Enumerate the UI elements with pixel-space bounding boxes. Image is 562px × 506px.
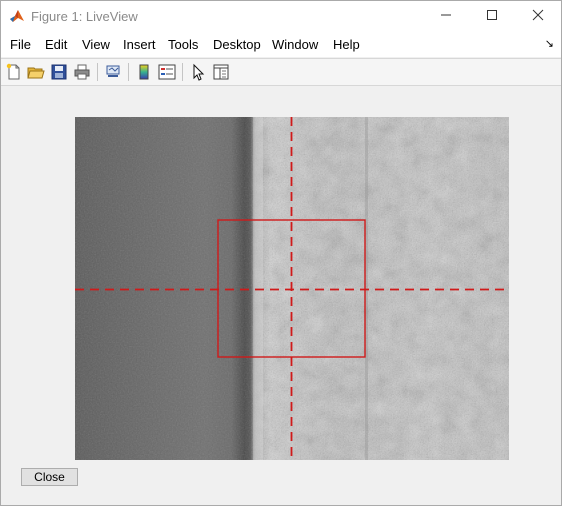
figure-toolbar: [1, 58, 561, 86]
dock-arrow-icon[interactable]: ↘: [545, 37, 554, 50]
window-close-button[interactable]: [515, 1, 561, 32]
window-title: Figure 1: LiveView: [31, 9, 138, 24]
menu-insert[interactable]: Insert: [123, 37, 156, 52]
menu-window[interactable]: Window: [272, 37, 318, 52]
open-file-icon[interactable]: [26, 62, 46, 82]
close-button[interactable]: Close: [21, 468, 78, 486]
menu-edit[interactable]: Edit: [45, 37, 67, 52]
legend-icon[interactable]: [157, 62, 177, 82]
close-icon: [532, 9, 544, 24]
print-icon[interactable]: [72, 62, 92, 82]
figure-canvas: Close: [1, 85, 561, 505]
new-figure-icon[interactable]: [4, 62, 24, 82]
minimize-button[interactable]: [423, 1, 469, 32]
maximize-button[interactable]: [469, 1, 515, 32]
maximize-icon: [486, 9, 498, 24]
menu-file[interactable]: File: [10, 37, 31, 52]
title-bar[interactable]: Figure 1: LiveView: [1, 1, 561, 32]
menu-bar: File Edit View Insert Tools Desktop Wind…: [1, 32, 561, 57]
pointer-icon[interactable]: [188, 62, 208, 82]
toolbar-separator: [128, 63, 129, 81]
menu-desktop[interactable]: Desktop: [213, 37, 261, 52]
minimize-icon: [440, 9, 452, 24]
toolbar-separator: [97, 63, 98, 81]
menu-help[interactable]: Help: [333, 37, 360, 52]
link-plot-icon[interactable]: [103, 62, 123, 82]
figure-window: Figure 1: LiveView File Edit View Insert…: [0, 0, 562, 506]
menu-view[interactable]: View: [82, 37, 110, 52]
colorbar-icon[interactable]: [134, 62, 154, 82]
save-icon[interactable]: [49, 62, 69, 82]
toolbar-separator: [182, 63, 183, 81]
matlab-logo-icon: [9, 8, 25, 24]
live-camera-image[interactable]: [75, 117, 509, 460]
menu-tools[interactable]: Tools: [168, 37, 198, 52]
property-inspector-icon[interactable]: [211, 62, 231, 82]
